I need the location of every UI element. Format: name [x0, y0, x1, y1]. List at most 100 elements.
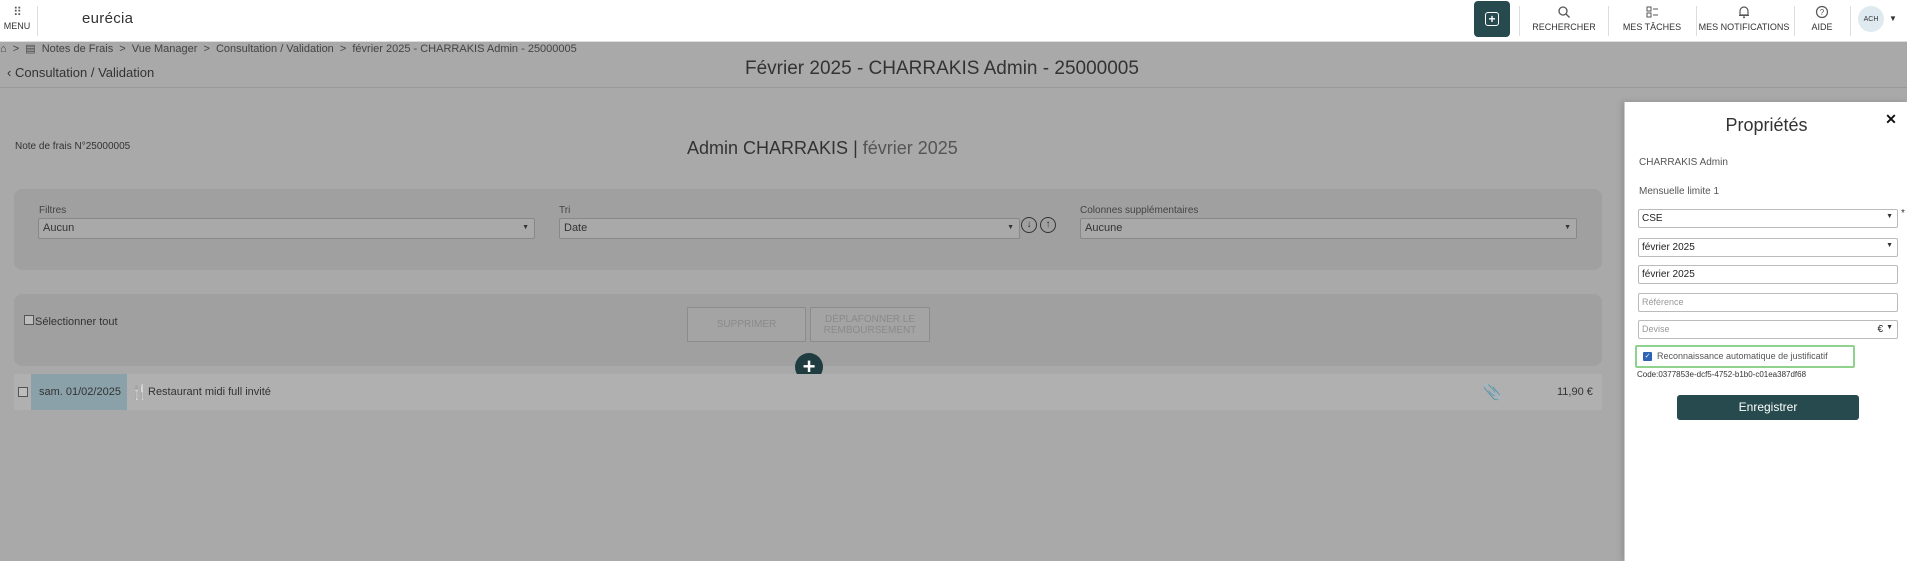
breadcrumb-separator: > — [339, 43, 347, 55]
divider — [1850, 6, 1851, 36]
caret-down-icon: ▼ — [522, 224, 529, 231]
category-select[interactable]: CSE ▼ — [1638, 209, 1898, 228]
tasks-label: MES TÂCHES — [1622, 22, 1682, 32]
breadcrumb-item: février 2025 - CHARRAKIS Admin - 2500000… — [352, 43, 577, 55]
deplafonner-button[interactable]: DÉPLAFONNER LE REMBOURSEMENT — [810, 307, 930, 342]
note-number: Note de frais N°25000005 — [15, 141, 131, 152]
divider — [37, 6, 38, 36]
divider — [1519, 6, 1520, 36]
expense-date: sam. 01/02/2025 — [31, 374, 127, 410]
select-all-checkbox[interactable] — [24, 315, 34, 325]
devise-symbol: € — [1877, 324, 1883, 335]
filtres-label: Filtres — [39, 205, 67, 216]
period-field-value: février 2025 — [1642, 269, 1695, 280]
delete-button[interactable]: SUPPRIMER — [687, 307, 806, 342]
expense-description: Restaurant midi full invité — [148, 386, 271, 398]
select-all-label[interactable]: Sélectionner tout — [35, 316, 118, 328]
owner-name: CHARRAKIS Admin — [1639, 157, 1728, 168]
period-field[interactable]: février 2025 — [1638, 265, 1898, 284]
breadcrumb-separator: > — [12, 43, 20, 55]
row-checkbox[interactable] — [18, 387, 28, 397]
note-header: Admin CHARRAKIS | février 2025 — [687, 138, 958, 159]
devise-select[interactable]: Devise € ▼ — [1638, 320, 1898, 339]
period-select[interactable]: février 2025 ▼ — [1638, 238, 1898, 257]
reco-option: ✓ Reconnaissance automatique de justific… — [1635, 345, 1855, 368]
reference-input[interactable]: Référence — [1638, 293, 1898, 312]
chevron-left-icon: ‹ — [7, 65, 12, 80]
code-line: Code:0377853e-dcf5-4752-b1b0-c01ea387df6… — [1637, 370, 1806, 379]
filtres-select[interactable]: Aucun ▼ — [38, 218, 535, 239]
category-value: CSE — [1642, 213, 1663, 224]
svg-text:?: ? — [1820, 8, 1825, 17]
caret-down-icon: ▼ — [1886, 324, 1893, 331]
breadcrumb-item[interactable]: Vue Manager — [132, 43, 198, 55]
help-button[interactable]: ? AIDE — [1797, 0, 1847, 42]
attachment-icon[interactable]: 📎 — [1483, 383, 1502, 401]
app-logo[interactable]: eurécia — [82, 10, 133, 27]
notifications-label: MES NOTIFICATIONS — [1698, 22, 1790, 32]
header-separator: | — [853, 138, 858, 158]
grid-icon: ⠿ — [13, 5, 22, 19]
breadcrumb-item[interactable]: Notes de Frais — [42, 43, 114, 55]
menu-button[interactable]: ⠿ MENU — [0, 0, 34, 42]
tri-select[interactable]: Date ▼ — [559, 218, 1020, 239]
reco-label[interactable]: Reconnaissance automatique de justificat… — [1657, 351, 1828, 361]
bell-icon — [1739, 6, 1749, 19]
breadcrumb-separator: > — [119, 43, 126, 55]
sort-descending-icon[interactable]: ↓ — [1021, 217, 1037, 233]
save-button[interactable]: Enregistrer — [1677, 395, 1859, 420]
colonnes-select[interactable]: Aucune ▼ — [1080, 218, 1577, 239]
note-period: février 2025 — [862, 138, 958, 158]
search-button[interactable]: RECHERCHER — [1524, 0, 1604, 42]
sort-ascending-icon[interactable]: ↑ — [1040, 217, 1056, 233]
panel-title: Propriétés — [1725, 115, 1808, 135]
period-select-value: février 2025 — [1642, 242, 1695, 253]
search-label: RECHERCHER — [1532, 22, 1596, 32]
expense-amount: 11,90 € — [1557, 386, 1593, 398]
employee-name: Admin CHARRAKIS — [687, 138, 849, 158]
help-icon: ? — [1815, 5, 1829, 19]
colonnes-label: Colonnes supplémentaires — [1080, 205, 1199, 216]
caret-down-icon: ▼ — [1564, 224, 1571, 231]
caret-down-icon: ▼ — [1007, 224, 1014, 231]
devise-placeholder: Devise — [1642, 324, 1670, 334]
close-icon[interactable]: ✕ — [1881, 109, 1901, 129]
add-button[interactable]: + — [1474, 1, 1510, 37]
code-value: 0377853e-dcf5-4752-b1b0-c01ea387df68 — [1658, 370, 1807, 379]
breadcrumb-item[interactable]: Consultation / Validation — [216, 43, 334, 55]
required-mark: * — [1901, 208, 1905, 219]
tasks-button[interactable]: MES TÂCHES — [1612, 0, 1692, 42]
tri-value: Date — [564, 222, 588, 234]
restaurant-icon: 🍴 — [130, 384, 149, 401]
caret-down-icon: ▼ — [1886, 213, 1893, 220]
divider — [0, 87, 1907, 88]
colonnes-value: Aucune — [1085, 222, 1123, 234]
filtres-value: Aucun — [43, 222, 75, 234]
breadcrumb-separator: > — [203, 43, 210, 55]
reco-checkbox[interactable]: ✓ — [1643, 352, 1652, 361]
document-icon: ▤ — [25, 43, 36, 55]
page-title: Février 2025 - CHARRAKIS Admin - 2500000… — [745, 58, 1139, 79]
caret-down-icon: ▼ — [1886, 242, 1893, 249]
code-label: Code: — [1637, 370, 1659, 379]
search-icon — [1558, 6, 1570, 18]
avatar[interactable]: ACH — [1858, 6, 1884, 32]
reference-placeholder: Référence — [1642, 297, 1684, 307]
home-icon[interactable]: ⌂ — [0, 43, 7, 55]
table-row[interactable]: sam. 01/02/2025 🍴 Restaurant midi full i… — [14, 374, 1602, 410]
caret-down-icon[interactable]: ▼ — [1889, 14, 1897, 23]
back-link-label: Consultation / Validation — [14, 65, 155, 80]
plus-icon: + — [1485, 12, 1499, 26]
menu-label: MENU — [3, 21, 31, 31]
tasks-icon — [1646, 6, 1658, 18]
limit-label: Mensuelle limite 1 — [1639, 186, 1720, 197]
top-bar: ⠿ MENU eurécia + RECHERCHER MES TÂCHES M… — [0, 0, 1907, 42]
breadcrumb: ⌂ > ▤ Notes de Frais > Vue Manager > Con… — [0, 42, 580, 55]
properties-panel: Propriétés ✕ CHARRAKIS Admin Mensuelle l… — [1624, 102, 1907, 561]
notifications-button[interactable]: MES NOTIFICATIONS — [1697, 0, 1791, 42]
divider — [1794, 6, 1795, 36]
back-link[interactable]: ‹ Consultation / Validation — [7, 65, 154, 80]
help-label: AIDE — [1811, 22, 1833, 32]
tri-label: Tri — [559, 205, 571, 216]
divider — [1608, 6, 1609, 36]
